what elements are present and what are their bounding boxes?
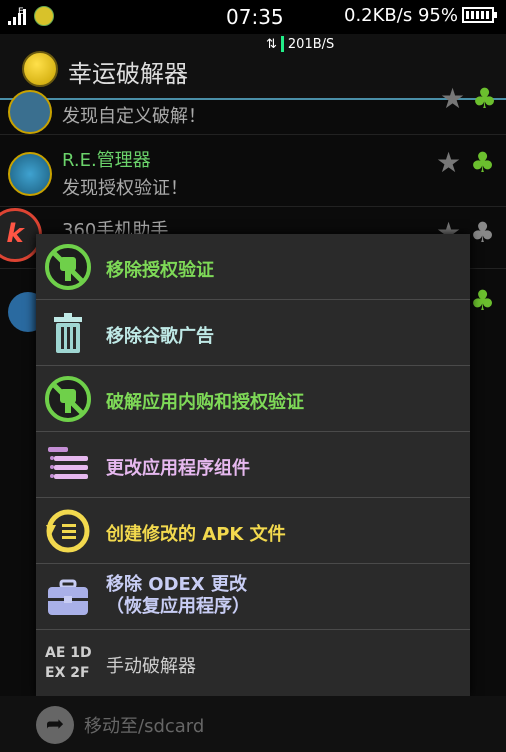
notification-app-icon bbox=[34, 6, 54, 26]
star-icon[interactable]: ★ bbox=[440, 82, 465, 115]
menu-label: 更改应用程序组件 bbox=[106, 458, 250, 479]
status-left: E bbox=[8, 6, 54, 26]
context-menu: 移除授权验证 移除谷歌广告 破解应用内购和授权验证 更改应用程序组件 创建修改的… bbox=[36, 234, 470, 696]
bottom-action-bar[interactable]: ➦ 移动至/sdcard bbox=[0, 696, 506, 752]
menu-manual-patcher[interactable]: AE 1D EX 2F 手动破解器 bbox=[36, 630, 470, 696]
menu-label: 创建修改的 APK 文件 bbox=[106, 524, 286, 545]
updown-arrows-icon: ⇅ bbox=[266, 36, 277, 52]
toolbox-icon bbox=[48, 579, 88, 615]
app-bar: 幸运破解器 bbox=[0, 34, 506, 100]
app-icon bbox=[8, 90, 52, 134]
no-license-icon bbox=[45, 244, 91, 290]
list-item-name: R.E.管理器 bbox=[62, 150, 151, 171]
menu-crack-iap-license[interactable]: 破解应用内购和授权验证 bbox=[36, 366, 470, 432]
app-icon bbox=[8, 152, 52, 196]
hex-line: EX 2F bbox=[45, 665, 90, 681]
list-item[interactable]: 发现自定义破解！ ★ ♣ bbox=[0, 82, 506, 135]
network-type-label: E bbox=[18, 7, 24, 17]
menu-remove-ads[interactable]: 移除谷歌广告 bbox=[36, 300, 470, 366]
menu-label: 移除谷歌广告 bbox=[106, 326, 214, 347]
menu-remove-odex[interactable]: 移除 ODEX 更改 （恢复应用程序） bbox=[36, 564, 470, 630]
net-speed-bar bbox=[280, 36, 284, 52]
components-icon bbox=[48, 447, 88, 479]
menu-label: 移除授权验证 bbox=[106, 260, 214, 281]
net-speed-overlay: ⇅ 201B/S bbox=[266, 36, 334, 52]
clover-icon: ♣ bbox=[472, 82, 498, 115]
rebuild-icon bbox=[46, 509, 90, 553]
trash-icon bbox=[54, 313, 82, 353]
app-title: 幸运破解器 bbox=[68, 60, 188, 88]
speed-battery-text: 0.2KB/s 95% bbox=[344, 5, 458, 26]
clover-icon: ♣ bbox=[470, 146, 496, 179]
menu-change-components[interactable]: 更改应用程序组件 bbox=[36, 432, 470, 498]
menu-label: 手动破解器 bbox=[106, 656, 196, 677]
move-arrow-icon[interactable]: ➦ bbox=[36, 706, 74, 744]
clover-icon: ♣ bbox=[470, 284, 496, 317]
hex-icon: AE 1D EX 2F bbox=[45, 643, 93, 691]
menu-remove-license[interactable]: 移除授权验证 bbox=[36, 234, 470, 300]
no-license-icon bbox=[45, 376, 91, 422]
list-item-desc: 发现自定义破解！ bbox=[62, 106, 206, 127]
menu-label: 移除 ODEX 更改 （恢复应用程序） bbox=[106, 574, 250, 617]
clover-icon: ♣ bbox=[470, 216, 496, 249]
list-item-desc: 发现授权验证！ bbox=[62, 178, 188, 199]
menu-create-apk[interactable]: 创建修改的 APK 文件 bbox=[36, 498, 470, 564]
star-icon[interactable]: ★ bbox=[436, 146, 461, 179]
smiley-logo-icon bbox=[22, 51, 58, 87]
battery-icon bbox=[462, 7, 497, 23]
list-item[interactable]: R.E.管理器 发现授权验证！ ★ ♣ bbox=[0, 136, 506, 207]
menu-label: 破解应用内购和授权验证 bbox=[106, 392, 304, 413]
net-speed-text: 201B/S bbox=[287, 36, 335, 52]
hex-line: AE 1D bbox=[45, 645, 92, 661]
clock: 07:35 bbox=[226, 5, 284, 29]
status-bar: E 07:35 0.2KB/s 95% bbox=[0, 0, 506, 34]
move-to-sdcard-label: 移动至/sdcard bbox=[84, 716, 205, 737]
